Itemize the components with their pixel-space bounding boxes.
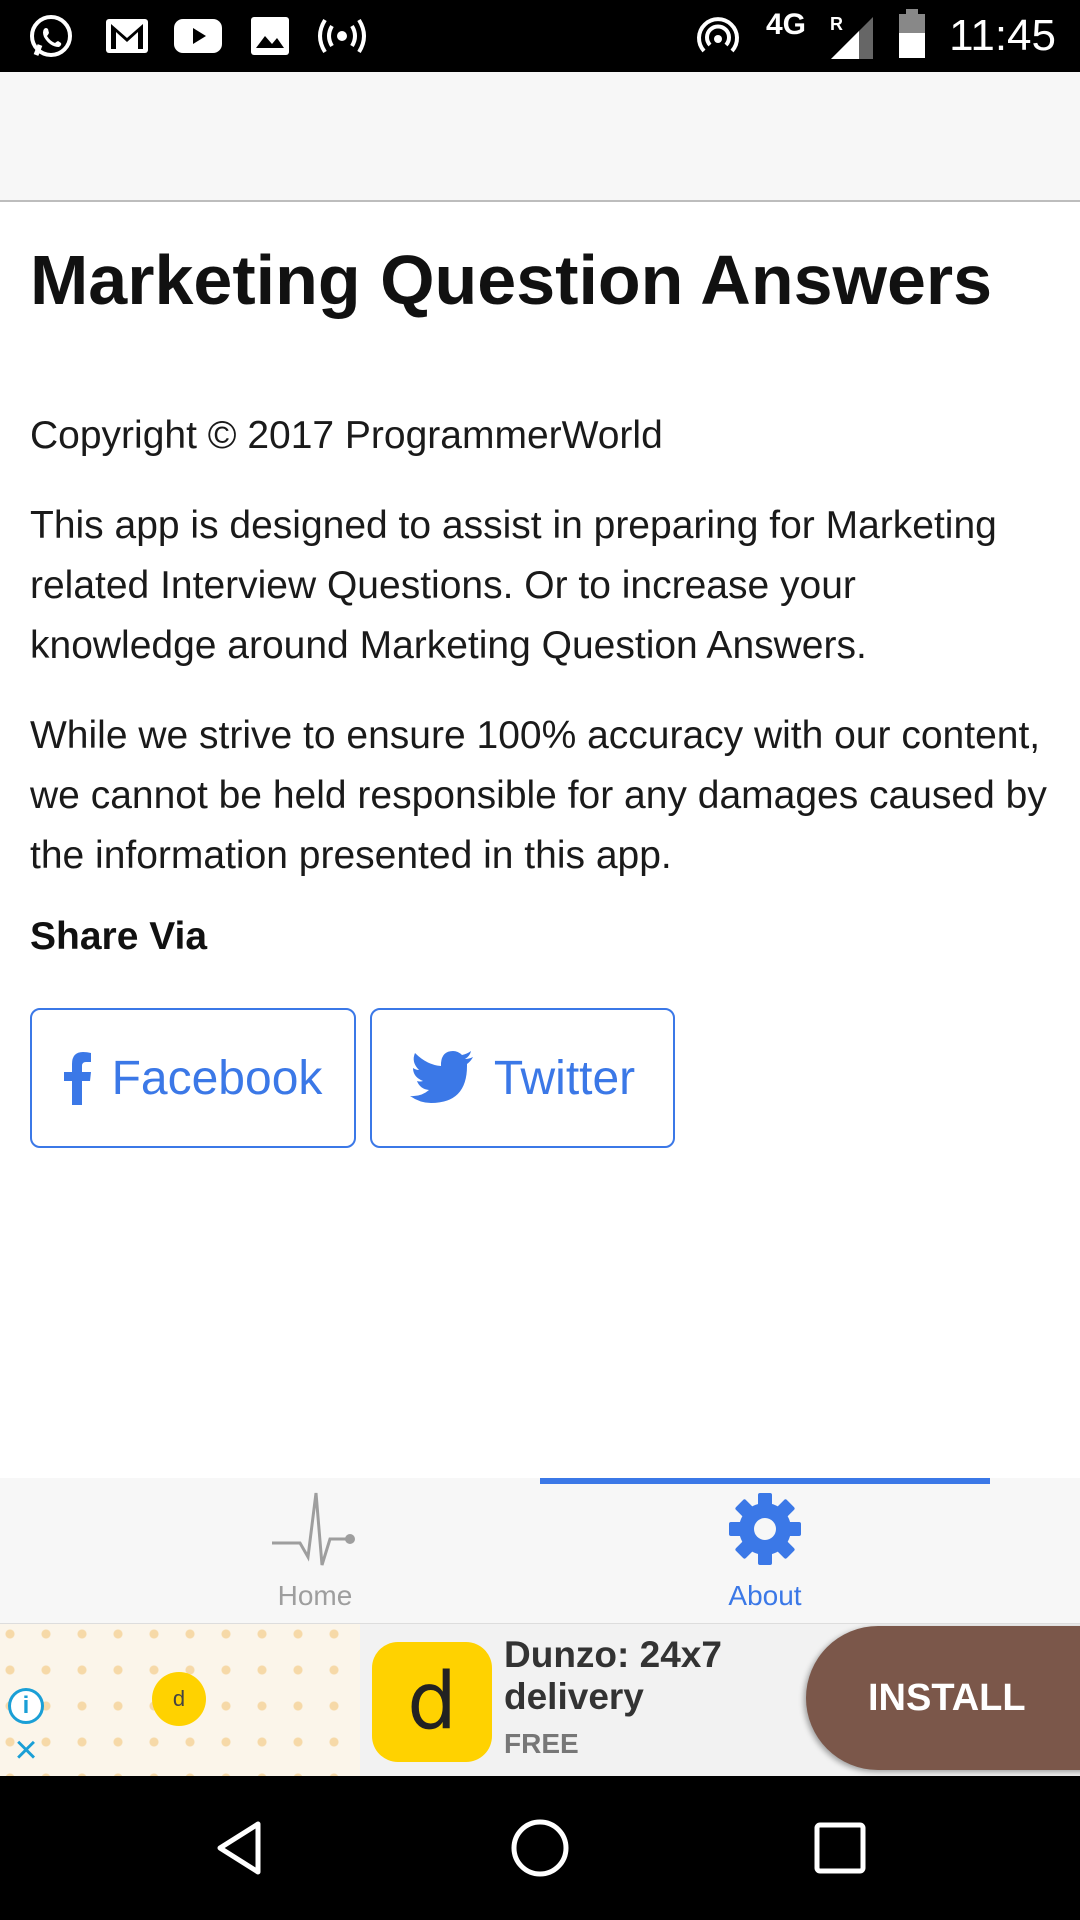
twitter-share-button[interactable]: Twitter bbox=[370, 1008, 675, 1148]
bottom-tab-bar: Home About bbox=[0, 1478, 1080, 1624]
facebook-label: Facebook bbox=[111, 1051, 323, 1105]
recents-button[interactable] bbox=[804, 1812, 876, 1884]
back-icon bbox=[217, 1821, 261, 1875]
ad-info-icon[interactable]: i bbox=[8, 1688, 44, 1724]
tab-about[interactable]: About bbox=[540, 1478, 990, 1624]
disclaimer-paragraph: While we strive to ensure 100% accuracy … bbox=[30, 714, 1047, 877]
youtube-icon bbox=[172, 12, 224, 60]
status-bar: 4G R 11:45 bbox=[0, 0, 1080, 72]
facebook-share-button[interactable]: Facebook bbox=[30, 1008, 356, 1148]
network-label: 4G bbox=[766, 8, 807, 41]
ad-app-logo: d bbox=[372, 1642, 492, 1762]
ad-small-logo: d bbox=[152, 1672, 206, 1726]
gmail-icon bbox=[104, 12, 150, 60]
home-circle-icon bbox=[511, 1819, 569, 1877]
active-tab-indicator bbox=[540, 1478, 990, 1484]
signal-icon bbox=[828, 14, 876, 62]
page-title: Marketing Question Answers bbox=[30, 241, 993, 319]
recents-square-icon bbox=[814, 1822, 866, 1874]
home-button[interactable] bbox=[504, 1812, 576, 1884]
twitter-label: Twitter bbox=[493, 1051, 636, 1105]
gallery-icon bbox=[248, 12, 292, 60]
tab-home-label: Home bbox=[277, 1580, 353, 1611]
wireless-icon bbox=[694, 12, 742, 60]
battery-icon bbox=[896, 9, 928, 58]
twitter-icon bbox=[409, 1051, 474, 1105]
ad-price: FREE bbox=[504, 1728, 579, 1759]
share-label: Share Via bbox=[30, 915, 208, 958]
about-content: Marketing Question Answers Copyright © 2… bbox=[30, 202, 1050, 1148]
facebook-icon bbox=[63, 1051, 92, 1105]
share-buttons: Facebook Twitter bbox=[30, 1008, 1050, 1148]
whatsapp-icon bbox=[26, 12, 76, 60]
system-nav-bar bbox=[0, 1776, 1080, 1920]
gear-icon bbox=[727, 1491, 803, 1572]
tab-home[interactable]: Home bbox=[90, 1478, 540, 1624]
ad-banner[interactable]: i × d d Dunzo: 24x7 delivery FREE INSTAL… bbox=[0, 1624, 1080, 1776]
pulse-icon bbox=[270, 1491, 360, 1572]
back-button[interactable] bbox=[204, 1812, 276, 1884]
app-top-bar bbox=[0, 72, 1080, 202]
ad-close-icon[interactable]: × bbox=[8, 1728, 44, 1772]
tab-about-label: About bbox=[728, 1580, 802, 1611]
status-time: 11:45 bbox=[949, 11, 1056, 60]
hotspot-icon bbox=[314, 12, 370, 60]
copyright-text: Copyright © 2017 ProgrammerWorld bbox=[30, 414, 663, 457]
ad-install-button[interactable]: INSTALL bbox=[806, 1626, 1080, 1770]
description-paragraph: This app is designed to assist in prepar… bbox=[30, 504, 997, 667]
ad-title: Dunzo: 24x7 delivery bbox=[504, 1634, 722, 1717]
